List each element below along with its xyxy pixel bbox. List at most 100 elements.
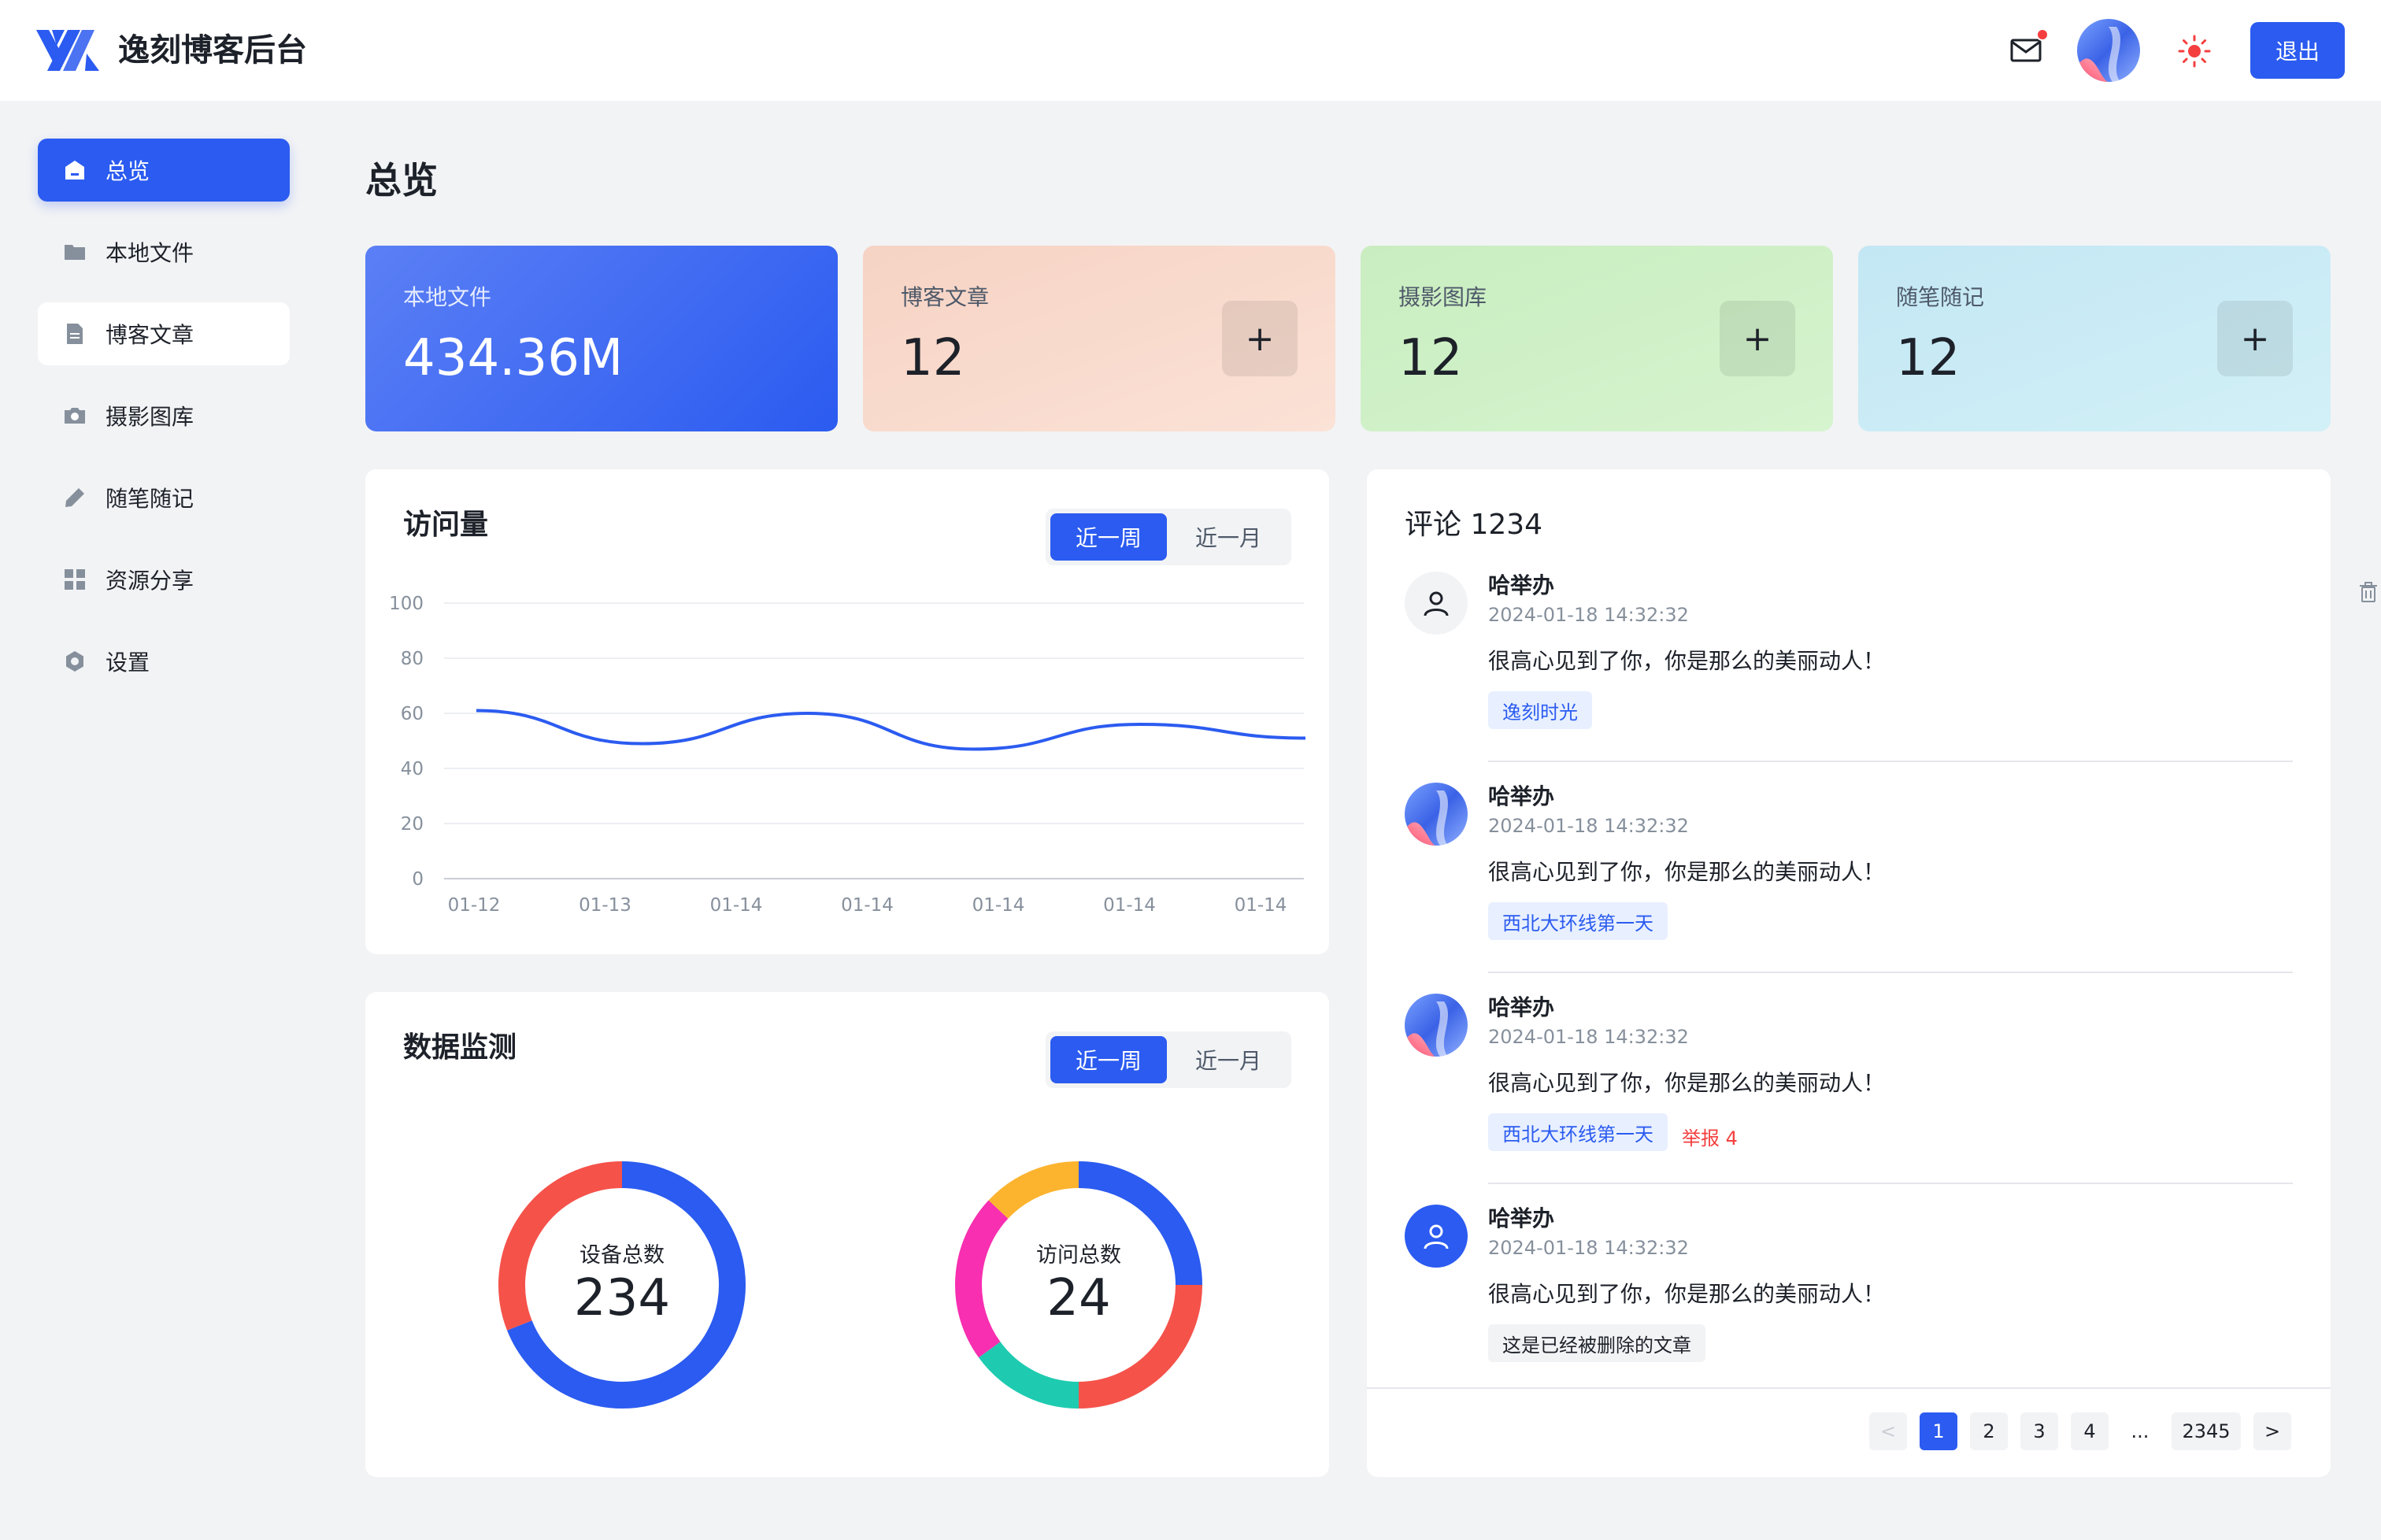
stat-value: 12 [1896,329,1961,387]
camera-icon [61,402,88,429]
sidebar-item-resources[interactable]: 资源分享 [38,548,290,611]
sidebar-item-overview[interactable]: 总览 [38,139,290,202]
comment-time: 2024-01-18 14:32:32 [1488,815,1689,837]
comment-text: 很高心见到了你，你是那么的美丽动人！ [1488,1070,1886,1096]
stat-card-blog-posts[interactable]: 博客文章 12 + [863,246,1335,431]
sidebar-item-label: 博客文章 [106,322,194,348]
comment-text: 很高心见到了你，你是那么的美丽动人！ [1488,1281,1886,1307]
stat-card-local-files[interactable]: 本地文件 434.36M [365,246,838,431]
gear-icon [61,648,88,675]
comment-text: 很高心见到了你，你是那么的美丽动人！ [1488,648,1886,674]
logo-icon[interactable] [36,30,99,71]
visits-line-chart: 0 20 40 60 80 100 01-12 01-13 01-14 01-14 01-14 01-… [389,594,1306,916]
comment-divider [1488,972,2293,973]
visits-panel: 访问量 近一周 近一月 0 20 40 60 80 100 01-12 01-13 01-14 0… [365,469,1329,954]
comment-article-tag[interactable]: 逸刻时光 [1488,691,1592,729]
next-page-button[interactable]: > [2253,1412,2291,1450]
comment-author: 哈举办 [1488,994,1555,1020]
y-tick-label: 80 [401,649,424,669]
monitor-range-toggle: 近一周 近一月 [1046,1031,1291,1088]
comment-time: 2024-01-18 14:32:32 [1488,1237,1689,1259]
page-title: 总览 [365,159,438,202]
donut-label: 设备总数 [580,1243,665,1268]
y-tick-label: 100 [389,594,424,614]
x-tick-label: 01-14 [710,895,763,916]
page-button[interactable]: 2 [1970,1412,2008,1450]
sidebar-item-label: 总览 [106,158,150,184]
report-count[interactable]: 举报 4 [1682,1123,1738,1150]
stat-value: 12 [1398,329,1463,387]
user-avatar[interactable] [2077,19,2140,82]
user-icon [1405,572,1468,635]
sidebar-item-label: 随笔随记 [106,486,194,512]
sidebar-item-label: 摄影图库 [106,404,194,430]
top-header: 逸刻博客后台 退出 [0,0,2381,101]
sidebar-item-label: 设置 [106,650,150,676]
notification-dot [2036,28,2049,41]
stat-card-notes[interactable]: 随笔随记 12 + [1858,246,2331,431]
comment-article-tag[interactable]: 西北大环线第一天 [1488,902,1668,940]
y-tick-label: 40 [401,759,424,779]
page-button[interactable]: 3 [2020,1412,2058,1450]
sidebar-item-settings[interactable]: 设置 [38,630,290,693]
stat-label: 摄影图库 [1398,284,1487,310]
pencil-icon [61,484,88,511]
sidebar-item-label: 本地文件 [106,240,194,266]
pagination-ellipsis: ... [2131,1420,2150,1442]
stat-label: 博客文章 [901,284,990,310]
sidebar-item-label: 资源分享 [106,568,194,594]
comment-time: 2024-01-18 14:32:32 [1488,1026,1689,1048]
comment-article-tag-deleted: 这是已经被删除的文章 [1488,1324,1705,1362]
comment-divider [1488,761,2293,762]
range-month-button[interactable]: 近一月 [1170,1036,1287,1083]
comments-panel: 评论 1234 哈举办 2024-01-18 14:32:32 很高心见到了你，… [1367,469,2377,1477]
x-tick-label: 01-14 [972,895,1025,916]
comment-author: 哈举办 [1488,783,1555,809]
x-tick-label: 01-13 [579,895,631,916]
sidebar-item-local-files[interactable]: 本地文件 [38,220,290,283]
range-week-button[interactable]: 近一周 [1050,1036,1167,1083]
add-blog-post-button[interactable]: + [1222,301,1298,376]
donut-center: 访问总数 24 [954,1238,1203,1328]
comment-divider [1488,1183,2293,1184]
stat-label: 随笔随记 [1896,284,1985,310]
y-tick-label: 0 [412,869,424,890]
sidebar-item-gallery[interactable]: 摄影图库 [38,384,290,447]
donut-label: 访问总数 [1036,1243,1121,1268]
logout-button[interactable]: 退出 [2250,22,2345,79]
comment-list: 哈举办 2024-01-18 14:32:32 很高心见到了你，你是那么的美丽动… [1405,572,2377,1438]
sidebar-item-notes[interactable]: 随笔随记 [38,466,290,529]
donut-value: 24 [1046,1269,1111,1327]
sun-icon[interactable] [2176,33,2213,69]
grid-icon [61,566,88,593]
page-button-last[interactable]: 2345 [2172,1412,2241,1450]
comment-author: 哈举办 [1488,572,1555,598]
monitor-title: 数据监测 [403,1031,517,1064]
comment-article-tag[interactable]: 西北大环线第一天 [1488,1113,1668,1151]
series-line [476,709,1306,751]
stat-value: 434.36M [403,329,624,387]
add-photo-button[interactable]: + [1720,301,1795,376]
add-note-button[interactable]: + [2217,301,2293,376]
sidebar-item-blog-posts[interactable]: 博客文章 [38,302,290,365]
stat-value: 12 [901,329,965,387]
stat-card-gallery[interactable]: 摄影图库 12 + [1361,246,1833,431]
monitor-panel: 数据监测 近一周 近一月 设备总数 234 访问总数 24 [365,992,1329,1477]
page-button[interactable]: 1 [1920,1412,1957,1450]
donut-center: 设备总数 234 [498,1238,746,1328]
prev-page-button[interactable]: < [1869,1412,1907,1450]
comment-text: 很高心见到了你，你是那么的美丽动人！ [1488,859,1886,885]
app-title: 逸刻博客后台 [118,32,307,68]
comment-time: 2024-01-18 14:32:32 [1488,604,1689,626]
user-icon-filled [1405,1205,1468,1268]
y-tick-label: 60 [401,704,424,724]
x-tick-label: 01-14 [1235,895,1287,916]
x-tick-label: 01-14 [841,895,894,916]
comments-title: 评论 1234 [1405,509,1543,541]
x-tick-label: 01-12 [448,895,501,916]
gradient-avatar [1405,994,1468,1057]
page-button[interactable]: 4 [2071,1412,2109,1450]
trash-icon[interactable] [2356,579,2381,605]
stat-label: 本地文件 [403,284,492,310]
comment-author: 哈举办 [1488,1205,1555,1231]
